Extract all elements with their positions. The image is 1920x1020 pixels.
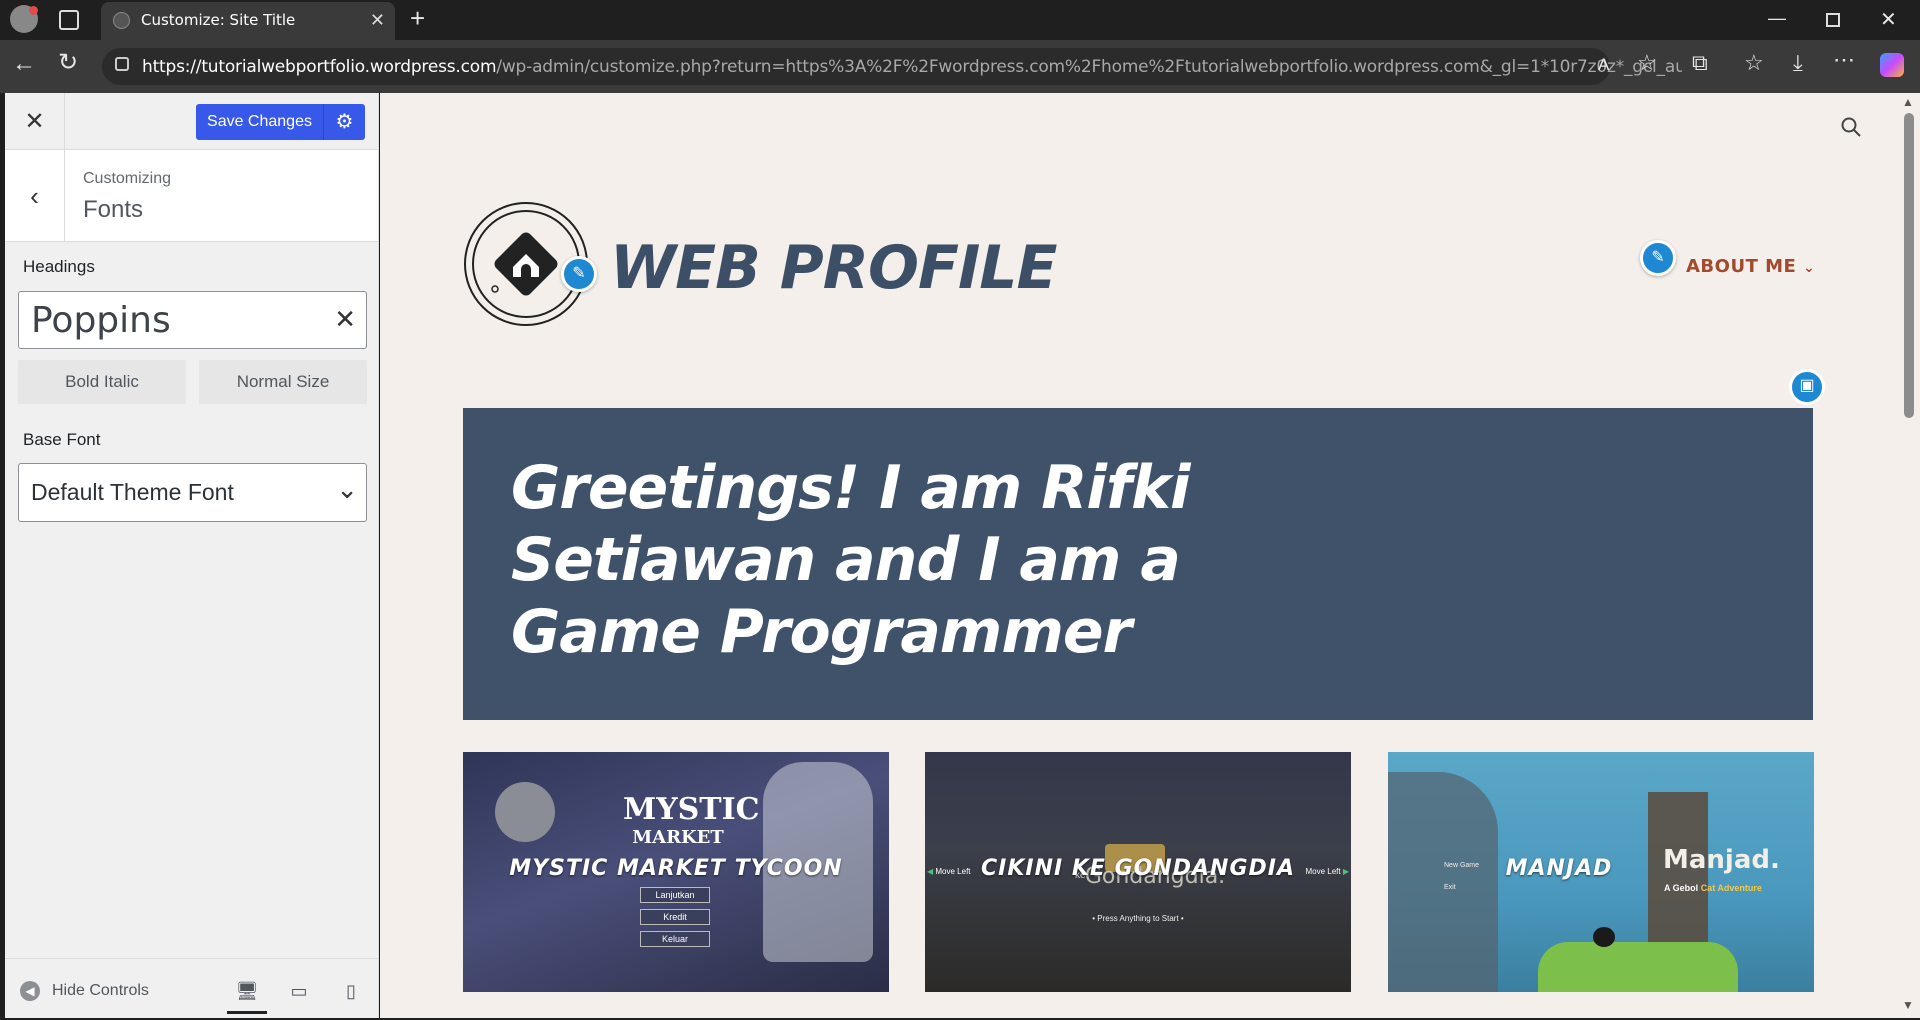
tab-actions-icon[interactable] <box>59 10 79 30</box>
back-icon[interactable]: ← <box>12 52 36 76</box>
address-bar[interactable]: https://tutorialwebportfolio.wordpress.c… <box>102 48 1682 85</box>
normal-size-button[interactable]: Normal Size <box>199 360 367 404</box>
base-font-label: Base Font <box>23 430 101 449</box>
cliff-rock <box>1388 772 1498 992</box>
site-title[interactable]: WEB PROFILE <box>610 233 1057 303</box>
game-title: MANJAD <box>1505 856 1613 881</box>
edit-logo-pencil-icon[interactable]: ✎ <box>561 256 597 292</box>
menu-item: Lanjutkan <box>640 887 710 903</box>
bold-italic-button[interactable]: Bold Italic <box>18 360 186 404</box>
chevron-down-icon: ⌄ <box>336 474 358 504</box>
tab-title: Customize: Site Title <box>141 11 296 29</box>
tablet-preview-icon[interactable]: ▭ <box>279 974 319 1014</box>
browser-tab-bar: Customize: Site Title ✕ + — ✕ <box>0 0 1920 40</box>
clear-font-icon[interactable]: ✕ <box>334 304 356 335</box>
edit-image-icon[interactable]: ▣ <box>1789 369 1825 405</box>
customizer-topbar: ✕ Save Changes ⚙ <box>5 93 378 150</box>
wordpress-favicon-icon <box>113 12 130 29</box>
url-text: https://tutorialwebportfolio.wordpress.c… <box>142 57 1682 77</box>
customizing-label: Customizing <box>83 170 172 187</box>
headings-font-input[interactable]: Poppins ✕ <box>18 291 367 349</box>
chevron-down-icon: ⌄ <box>1803 260 1816 276</box>
scroll-down-arrow-icon[interactable]: ▼ <box>1902 998 1914 1012</box>
game-title: MYSTIC MARKET TYCOON <box>509 856 843 881</box>
profile-avatar[interactable] <box>10 5 38 33</box>
menu-item: Keluar <box>640 931 710 947</box>
grass-hill <box>1538 942 1738 992</box>
preview-scrollbar[interactable]: ▲ ▼ <box>1898 93 1920 1018</box>
favorite-star-icon[interactable]: ☆ <box>1637 52 1657 74</box>
extensions-icon[interactable]: ⧉ <box>1692 52 1708 74</box>
browser-toolbar: ← ↻ https://tutorialwebportfolio.wordpre… <box>0 40 1920 93</box>
base-font-select[interactable]: Default Theme Font ⌄ <box>18 463 367 522</box>
favorites-icon[interactable]: ☆ <box>1744 52 1764 74</box>
base-font-value: Default Theme Font <box>31 479 234 505</box>
headings-label: Headings <box>23 257 95 276</box>
close-window-icon[interactable]: ✕ <box>1880 10 1897 30</box>
mystic-menu: Lanjutkan Kredit Keluar <box>640 887 710 947</box>
character-figure <box>495 782 555 842</box>
read-aloud-icon[interactable]: A <box>1598 55 1609 75</box>
desktop-preview-icon[interactable]: 🖥 <box>227 974 267 1014</box>
mystic-logo-line1: MYSTIC <box>623 792 760 827</box>
press-start-prompt: • Press Anything to Start • <box>1092 914 1184 923</box>
game-card-cikini[interactable]: ke Gondangdia. • Press Anything to Start… <box>925 752 1351 992</box>
manjad-logo: Manjad. <box>1663 845 1780 875</box>
menu-item: Exit <box>1444 884 1456 891</box>
hero-banner: Greetings! I am Rifki Setiawan and I am … <box>463 408 1813 720</box>
section-title: Fonts <box>83 196 144 223</box>
mystic-logo: MYSTIC MARKET <box>623 792 760 848</box>
save-changes-button[interactable]: Save Changes <box>196 104 323 140</box>
nav-about-label: ABOUT ME <box>1686 256 1797 277</box>
scrollbar-thumb[interactable] <box>1904 113 1914 418</box>
downloads-icon[interactable]: ⤓ <box>1793 52 1803 74</box>
section-header: ‹ Customizing Fonts <box>5 150 378 242</box>
copilot-icon[interactable] <box>1880 53 1904 77</box>
nav-about-me[interactable]: ABOUT ME ⌄ <box>1686 256 1815 277</box>
new-tab-icon[interactable]: + <box>410 5 425 31</box>
minimize-icon[interactable]: — <box>1768 8 1786 28</box>
site-preview: ✎ WEB PROFILE ✎ ABOUT ME ⌄ ▣ Greetings! … <box>380 93 1898 1018</box>
cat-character <box>1593 927 1615 947</box>
site-info-icon[interactable] <box>115 57 129 71</box>
mobile-preview-icon[interactable]: ▯ <box>331 974 371 1014</box>
scroll-up-arrow-icon[interactable]: ▲ <box>1902 95 1914 109</box>
browser-tab[interactable]: Customize: Site Title ✕ <box>101 2 395 40</box>
game-card-manjad[interactable]: New Game Exit Manjad. A Gebol Cat Advent… <box>1388 752 1814 992</box>
headings-font-value: Poppins <box>31 300 171 341</box>
close-customizer-icon[interactable]: ✕ <box>5 93 65 150</box>
game-title: CIKINI KE GONDANGDIA <box>981 856 1295 881</box>
manjad-tagline: A Gebol Cat Adventure <box>1664 883 1762 893</box>
collapse-arrow-icon: ◀ <box>20 981 40 1001</box>
more-menu-icon[interactable]: ⋯ <box>1833 49 1855 71</box>
restore-icon[interactable] <box>1826 13 1840 27</box>
menu-item: Kredit <box>640 909 710 925</box>
close-tab-icon[interactable]: ✕ <box>370 10 385 31</box>
hide-controls-button[interactable]: ◀ Hide Controls <box>20 981 149 1001</box>
back-chevron-icon[interactable]: ‹ <box>5 150 65 242</box>
hero-heading: Greetings! I am Rifki Setiawan and I am … <box>511 453 1191 667</box>
edit-menu-pencil-icon[interactable]: ✎ <box>1640 240 1676 276</box>
mystic-logo-line2: MARKET <box>632 827 724 848</box>
reload-icon[interactable]: ↻ <box>58 51 78 75</box>
search-icon[interactable] <box>1840 116 1862 138</box>
hide-controls-label: Hide Controls <box>52 982 149 1000</box>
publish-settings-gear-icon[interactable]: ⚙ <box>323 104 365 140</box>
customizer-sidebar: ✕ Save Changes ⚙ ‹ Customizing Fonts Hea… <box>5 93 379 1018</box>
game-card-mystic-market[interactable]: MYSTIC MARKET MYSTIC MARKET TYCOON Lanju… <box>463 752 889 992</box>
customizer-footer: ◀ Hide Controls 🖥 ▭ ▯ <box>5 958 378 1018</box>
